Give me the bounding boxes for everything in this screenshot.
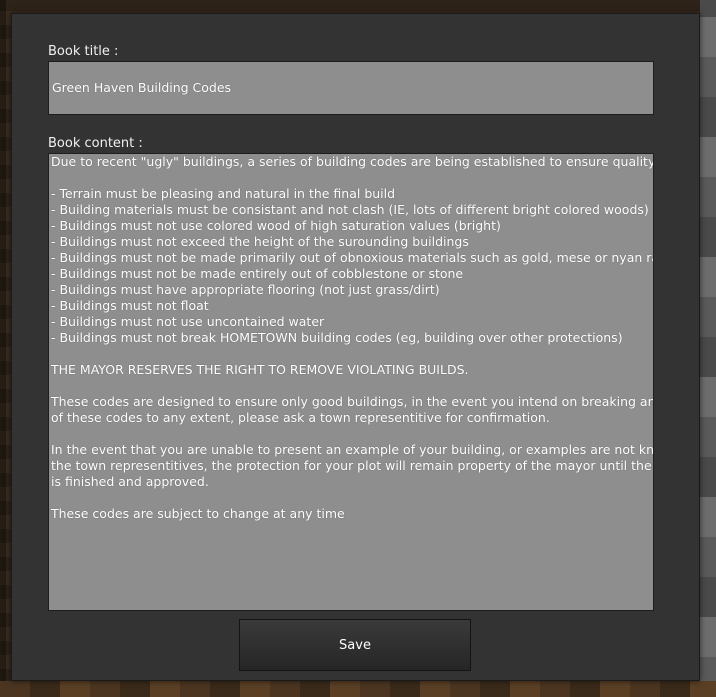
book-content-line: - Buildings must have appropriate floori… bbox=[51, 282, 440, 297]
book-content-line bbox=[51, 378, 651, 394]
book-content-line: - Building materials must be consistant … bbox=[51, 202, 649, 217]
book-content-line bbox=[51, 170, 651, 186]
book-content-line: - Buildings must not break HOMETOWN buil… bbox=[51, 330, 623, 345]
book-edit-dialog: Book title : Green Haven Building Codes … bbox=[11, 13, 700, 681]
book-content-line: the town representitives, the protection… bbox=[51, 458, 654, 473]
book-content-line bbox=[51, 426, 651, 442]
book-content-line: These codes are subject to change at any… bbox=[51, 506, 345, 521]
book-content-line: - Buildings must not float bbox=[51, 298, 209, 313]
book-title-label: Book title : bbox=[48, 44, 119, 59]
book-content-line: THE MAYOR RESERVES THE RIGHT TO REMOVE V… bbox=[51, 362, 469, 377]
book-content-line: - Buildings must not exceed the height o… bbox=[51, 234, 469, 249]
book-content-line: - Terrain must be pleasing and natural i… bbox=[51, 186, 396, 201]
book-content-label: Book content : bbox=[48, 136, 143, 151]
book-content-line: of these codes to any extent, please ask… bbox=[51, 410, 550, 425]
book-content-line: - Buildings must not use uncontained wat… bbox=[51, 314, 325, 329]
game-world-floor bbox=[0, 681, 716, 697]
save-button[interactable]: Save bbox=[239, 619, 471, 671]
book-content-line: is finished and approved. bbox=[51, 474, 209, 489]
book-title-input[interactable]: Green Haven Building Codes bbox=[48, 61, 654, 115]
game-world-wall bbox=[700, 0, 716, 697]
book-content-line: Due to recent "ugly" buildings, a series… bbox=[51, 154, 654, 169]
book-content-line: - Buildings must not be made primarily o… bbox=[51, 250, 654, 265]
book-content-line: In the event that you are unable to pres… bbox=[51, 442, 654, 457]
book-content-text: Due to recent "ugly" buildings, a series… bbox=[51, 154, 654, 522]
book-content-line: - Buildings must not be made entirely ou… bbox=[51, 266, 464, 281]
book-content-line bbox=[51, 490, 651, 506]
book-title-value: Green Haven Building Codes bbox=[52, 80, 232, 95]
book-content-line: - Buildings must not use colored wood of… bbox=[51, 218, 501, 233]
book-content-textarea[interactable]: Due to recent "ugly" buildings, a series… bbox=[48, 153, 654, 611]
book-content-line: These codes are designed to ensure only … bbox=[51, 394, 654, 409]
book-content-line bbox=[51, 346, 651, 362]
